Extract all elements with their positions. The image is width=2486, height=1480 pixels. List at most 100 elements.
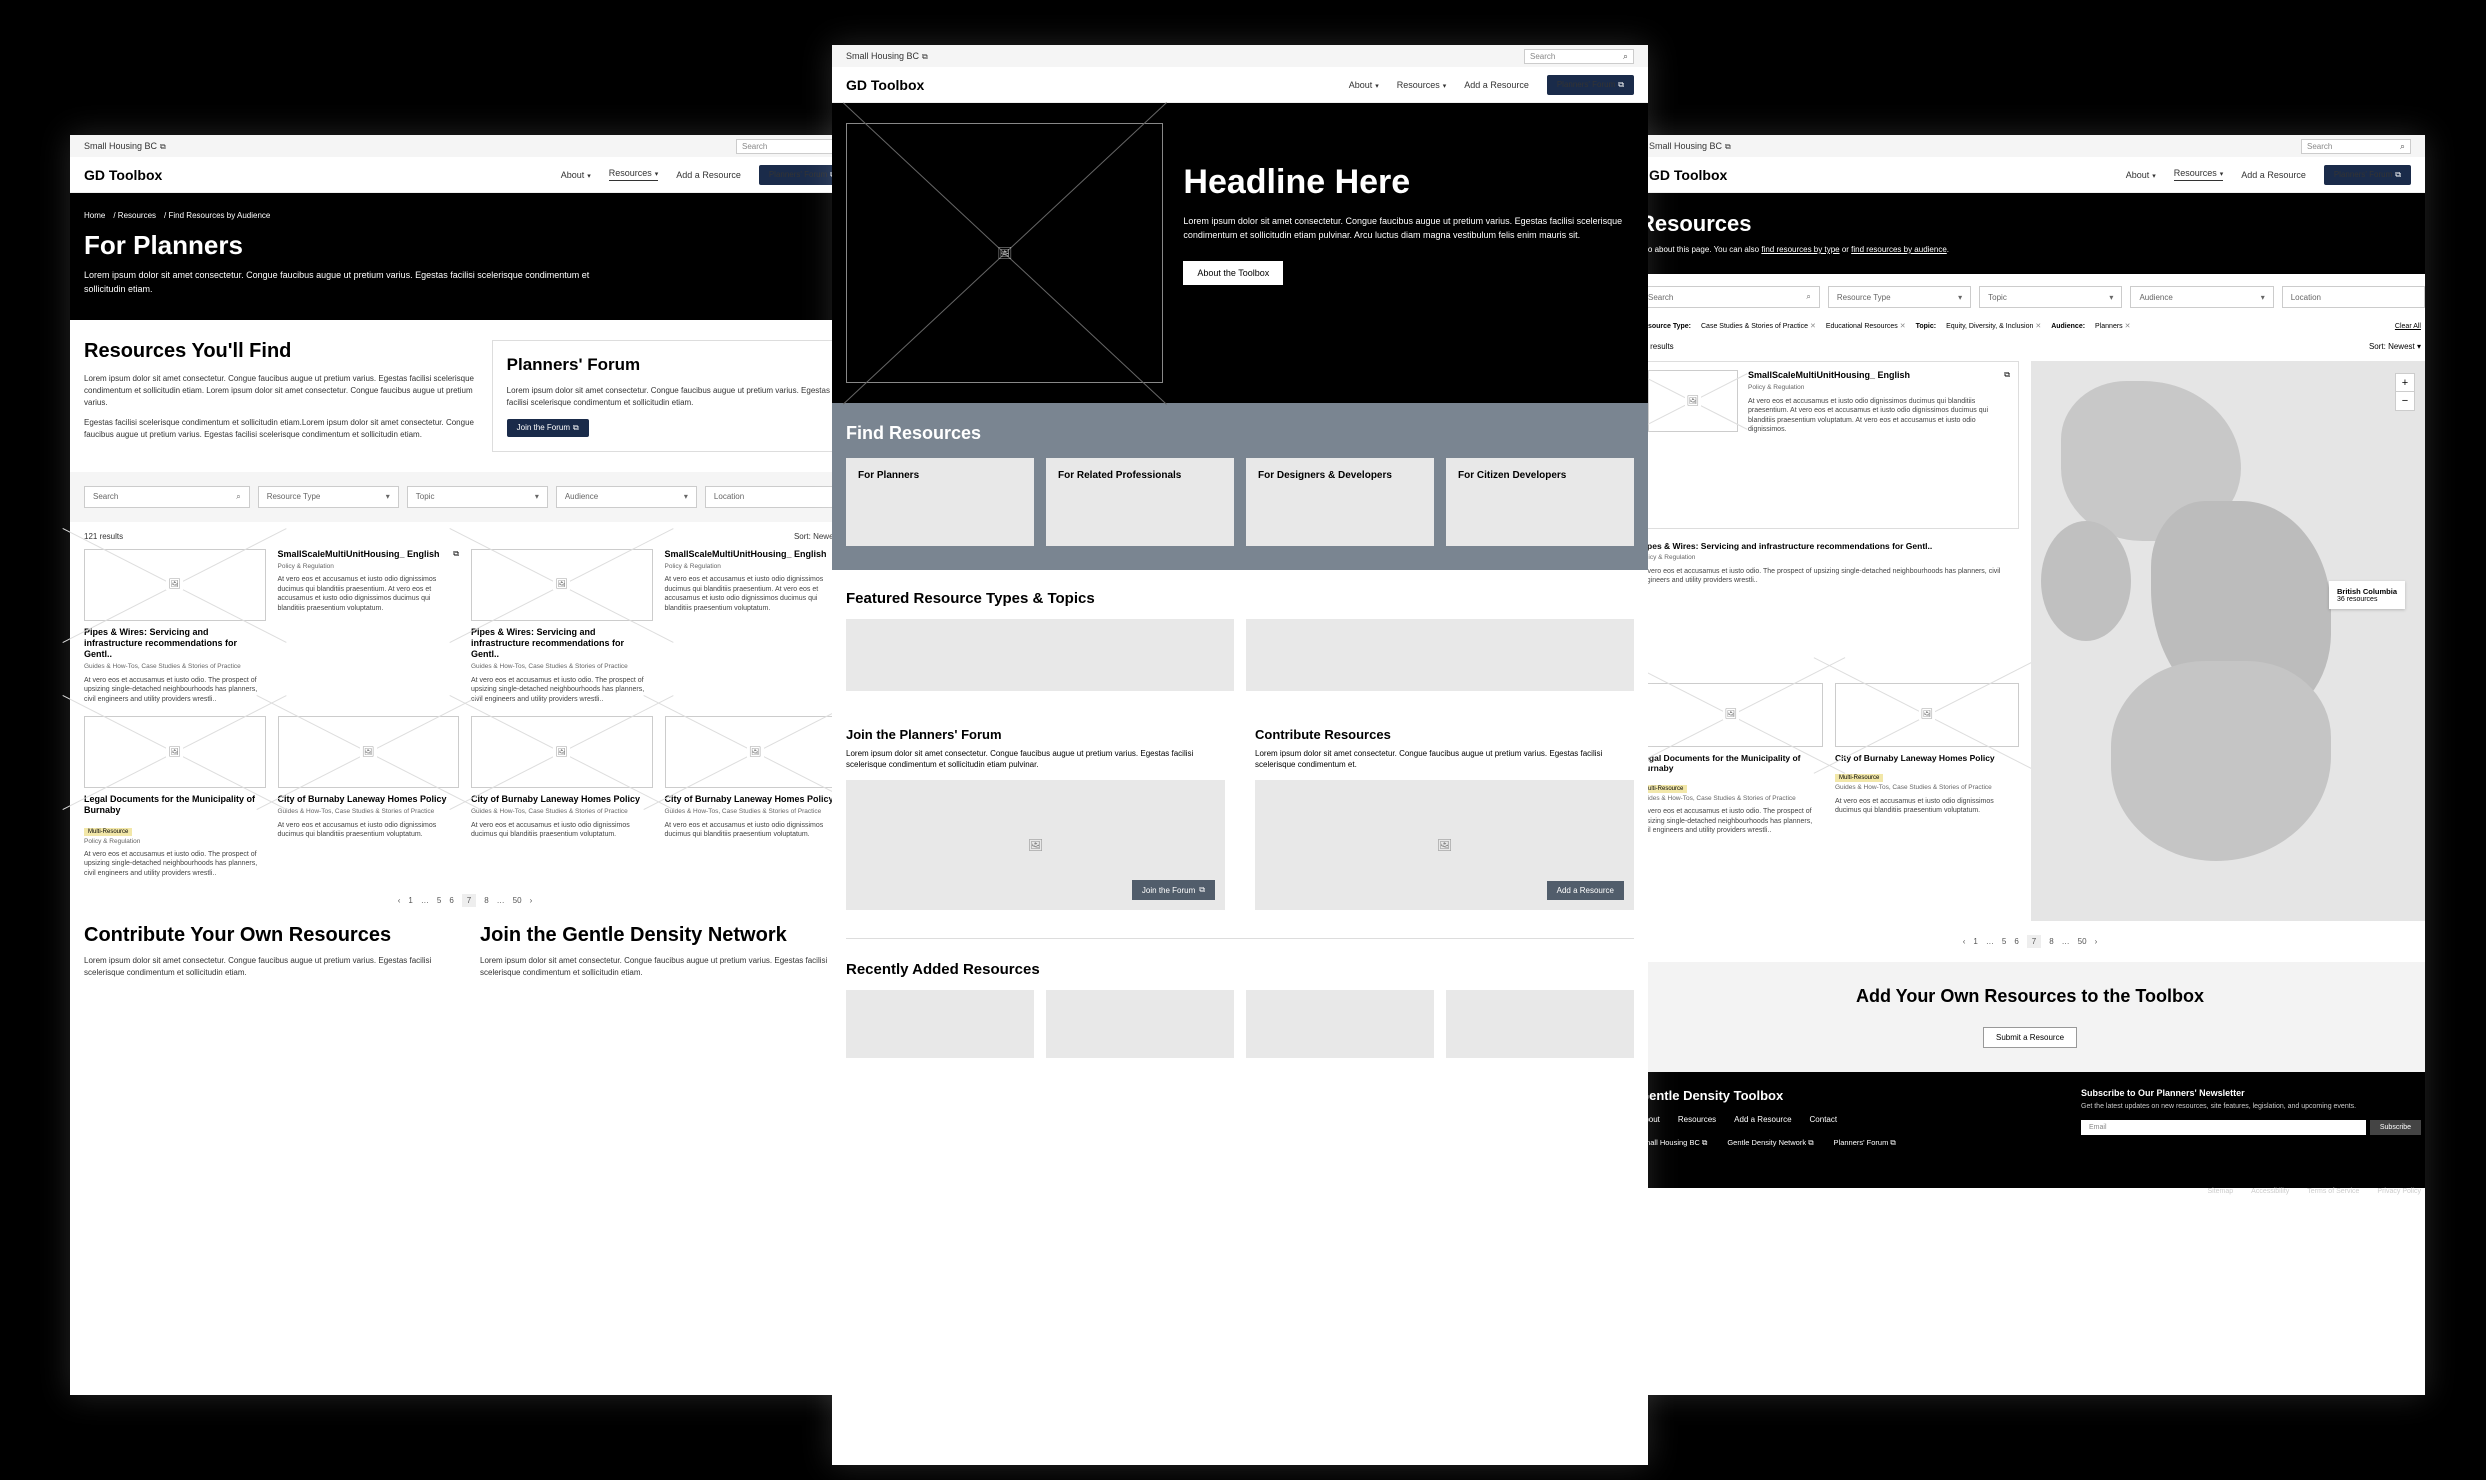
small-housing-link[interactable]: Small Housing BC⧉ — [84, 141, 166, 152]
page-link[interactable]: 1 — [1973, 937, 1977, 946]
link-by-audience[interactable]: find resources by audience — [1851, 245, 1947, 254]
resource-card[interactable]: 🖼Legal Documents for the Municipality of… — [84, 716, 266, 878]
audience-card[interactable]: For Related Professionals — [1046, 458, 1234, 546]
page-link[interactable]: ‹ — [398, 896, 401, 905]
audience-card[interactable]: For Designers & Developers — [1246, 458, 1434, 546]
footer-legal-link[interactable]: Terms of Service — [2307, 1188, 2359, 1195]
crumb-item[interactable]: Home — [84, 211, 105, 220]
about-toolbox-button[interactable]: About the Toolbox — [1183, 261, 1283, 285]
resource-card[interactable]: 🖼Pipes & Wires: Servicing and infrastruc… — [471, 549, 653, 705]
page-link[interactable]: … — [421, 896, 429, 905]
filter-topic[interactable]: Topic▾ — [1979, 286, 2122, 308]
crumb-item[interactable]: Resources — [118, 211, 156, 220]
nav-resources[interactable]: Resources▾ — [609, 168, 659, 181]
filter-chip[interactable]: Equity, Diversity, & Inclusion — [1946, 322, 2041, 330]
filter-resource-type[interactable]: Resource Type▾ — [258, 486, 399, 508]
recent-card-placeholder[interactable] — [1446, 990, 1634, 1058]
page-link[interactable]: 8 — [484, 896, 488, 905]
planners-forum-button[interactable]: Planners' Forum⧉ — [1547, 75, 1634, 95]
add-resource-button[interactable]: Add a Resource — [1547, 881, 1624, 900]
filter-chip[interactable]: Case Studies & Stories of Practice — [1701, 322, 1816, 330]
footer-external-link[interactable]: Gentle Density Network ⧉ — [1727, 1138, 1813, 1148]
filter-audience[interactable]: Audience▾ — [2130, 286, 2273, 308]
page-link[interactable]: 7 — [2027, 935, 2041, 948]
nav-about[interactable]: About▾ — [1349, 80, 1379, 90]
small-housing-link[interactable]: Small Housing BC⧉ — [846, 51, 928, 62]
recent-card-placeholder[interactable] — [1246, 990, 1434, 1058]
search-input[interactable]: Search⌕ — [736, 139, 846, 154]
brand-logo[interactable]: GD Toolbox — [84, 167, 162, 183]
subscribe-button[interactable]: Subscribe — [2370, 1120, 2421, 1135]
footer-legal-link[interactable]: Privacy Policy — [2377, 1188, 2421, 1195]
page-link[interactable]: 7 — [462, 894, 476, 907]
page-link[interactable]: 1 — [408, 896, 412, 905]
page-link[interactable]: › — [2095, 937, 2098, 946]
recent-card-placeholder[interactable] — [1046, 990, 1234, 1058]
footer-legal-link[interactable]: Accessibility — [2251, 1188, 2289, 1195]
nav-about[interactable]: About▾ — [561, 170, 591, 180]
filter-location[interactable]: Location — [2282, 286, 2425, 308]
footer-legal-link[interactable]: Sitemap — [2207, 1188, 2233, 1195]
resource-card[interactable]: Pipes & Wires: Servicing and infrastruct… — [1639, 541, 2019, 671]
map-view[interactable]: + − British Columbia 36 resources — [2031, 361, 2425, 921]
page-link[interactable]: 6 — [449, 896, 453, 905]
page-link[interactable]: 8 — [2049, 937, 2053, 946]
filter-audience[interactable]: Audience▾ — [556, 486, 697, 508]
search-input[interactable]: Search⌕ — [2301, 139, 2411, 154]
nav-resources[interactable]: Resources▾ — [1397, 80, 1447, 90]
submit-resource-button[interactable]: Submit a Resource — [1983, 1027, 2077, 1048]
page-link[interactable]: › — [530, 896, 533, 905]
nav-add-resource[interactable]: Add a Resource — [1464, 80, 1529, 90]
filter-topic[interactable]: Topic▾ — [407, 486, 548, 508]
page-link[interactable]: … — [2062, 937, 2070, 946]
nav-add-resource[interactable]: Add a Resource — [676, 170, 741, 180]
brand-logo[interactable]: GD Toolbox — [1649, 167, 1727, 183]
join-forum-button[interactable]: Join the Forum⧉ — [1132, 880, 1215, 900]
resource-card[interactable]: 🖼City of Burnaby Laneway Homes PolicyMul… — [1835, 683, 2019, 921]
filter-search[interactable]: Search⌕ — [84, 486, 250, 508]
sort-dropdown[interactable]: Sort: Newest ▾ — [2369, 342, 2421, 351]
footer-external-link[interactable]: Small Housing BC ⧉ — [1639, 1138, 1707, 1148]
page-link[interactable]: 50 — [2078, 937, 2087, 946]
filter-search[interactable]: Search⌕ — [1639, 286, 1820, 308]
filter-chip[interactable]: Educational Resources — [1826, 322, 1906, 330]
footer-link[interactable]: Add a Resource — [1734, 1115, 1791, 1124]
page-link[interactable]: 5 — [437, 896, 441, 905]
filter-chip[interactable]: Planners — [2095, 322, 2130, 330]
small-housing-link[interactable]: Small Housing BC⧉ — [1649, 141, 1731, 152]
page-link[interactable]: 50 — [513, 896, 522, 905]
planners-forum-button[interactable]: Planners' Forum⧉ — [2324, 165, 2411, 185]
page-link[interactable]: … — [1986, 937, 1994, 946]
filter-resource-type[interactable]: Resource Type▾ — [1828, 286, 1971, 308]
crumb-item[interactable]: Find Resources by Audience — [169, 211, 271, 220]
resource-card[interactable]: SmallScaleMultiUnitHousing_ English⧉Poli… — [665, 549, 847, 705]
search-input[interactable]: Search⌕ — [1524, 49, 1634, 64]
featured-placeholder[interactable] — [846, 619, 1234, 691]
clear-all-link[interactable]: Clear All — [2395, 323, 2421, 330]
resource-card[interactable]: 🖼City of Burnaby Laneway Homes PolicyGui… — [278, 716, 460, 878]
filter-location[interactable]: Location — [705, 486, 846, 508]
resource-card[interactable]: 🖼Pipes & Wires: Servicing and infrastruc… — [84, 549, 266, 705]
footer-link[interactable]: Contact — [1810, 1115, 1838, 1124]
email-input[interactable]: Email — [2081, 1120, 2366, 1135]
page-link[interactable]: … — [497, 896, 505, 905]
resource-card[interactable]: 🖼City of Burnaby Laneway Homes PolicyGui… — [665, 716, 847, 878]
page-link[interactable]: 6 — [2014, 937, 2018, 946]
zoom-out-button[interactable]: − — [2396, 392, 2414, 410]
link-by-type[interactable]: find resources by type — [1761, 245, 1839, 254]
brand-logo[interactable]: GD Toolbox — [846, 77, 924, 93]
nav-resources[interactable]: Resources▾ — [2174, 168, 2224, 181]
resource-card[interactable]: SmallScaleMultiUnitHousing_ English⧉Poli… — [278, 549, 460, 705]
audience-card[interactable]: For Planners — [846, 458, 1034, 546]
map-popup[interactable]: British Columbia 36 resources — [2329, 581, 2405, 609]
featured-placeholder[interactable] — [1246, 619, 1634, 691]
audience-card[interactable]: For Citizen Developers — [1446, 458, 1634, 546]
resource-card-featured[interactable]: 🖼SmallScaleMultiUnitHousing_ English⧉Pol… — [1639, 361, 2019, 529]
page-link[interactable]: ‹ — [1963, 937, 1966, 946]
resource-card[interactable]: 🖼City of Burnaby Laneway Homes PolicyGui… — [471, 716, 653, 878]
nav-about[interactable]: About▾ — [2126, 170, 2156, 180]
nav-add-resource[interactable]: Add a Resource — [2241, 170, 2306, 180]
footer-link[interactable]: Resources — [1678, 1115, 1716, 1124]
join-forum-button[interactable]: Join the Forum⧉ — [507, 419, 589, 437]
resource-card[interactable]: 🖼Legal Documents for the Municipality of… — [1639, 683, 1823, 921]
